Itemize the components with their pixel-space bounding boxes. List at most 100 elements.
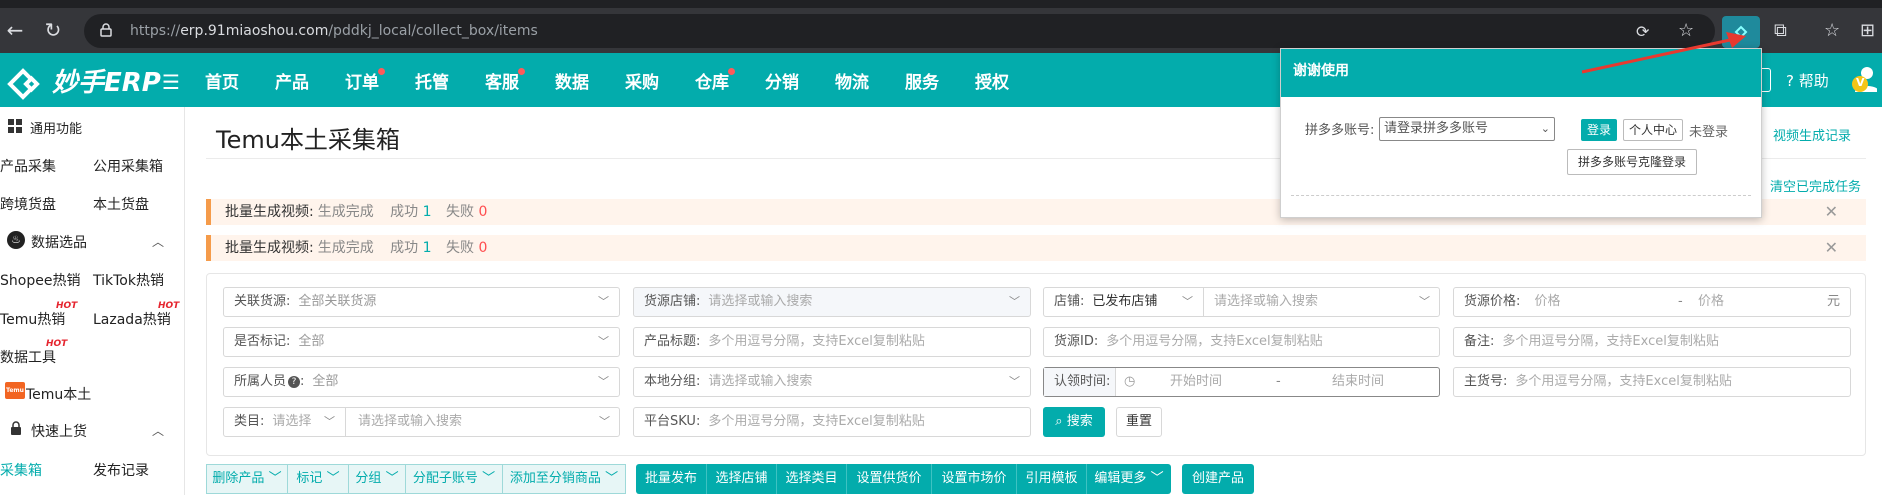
main-sku-input[interactable]: 主货号: 多个用逗号分隔，支持Excel复制粘贴 [1453,367,1851,397]
group-dropdown[interactable]: 分组 ﹀ [349,464,406,494]
nav-services[interactable]: 服务 [905,68,939,93]
favorites-icon[interactable]: ☆ [1824,20,1840,41]
source-shop-select[interactable]: 货源店铺: 请选择或输入搜索 ﹀ [633,287,1031,317]
chevron-down-icon: ﹀ [605,471,619,486]
chevron-up-icon[interactable]: ︿ [152,233,164,250]
nav-distribution[interactable]: 分销 [765,68,799,93]
chevron-down-icon: ﹀ [326,471,340,486]
logo-icon [6,67,48,101]
avatar[interactable]: V [1851,64,1877,94]
marked-select[interactable]: 是否标记: 全部 ﹀ [223,327,620,357]
question-icon[interactable]: ? [288,375,301,388]
nav-authorize[interactable]: 授权 [975,68,1009,93]
hot-badge: HOT [46,339,68,349]
video-records-link[interactable]: 视频生成记录 [1773,125,1851,144]
clone-login-button[interactable]: 拼多多账号克隆登录 [1567,149,1697,175]
price-min-input[interactable]: 价格 [1535,294,1561,309]
login-button[interactable]: 登录 [1581,119,1617,141]
personal-center-button[interactable]: 个人中心 [1623,119,1683,141]
popup-divider [1291,195,1751,196]
collections-icon[interactable]: ⊞ [1860,20,1875,41]
help-link[interactable]: ? 帮助 [1786,70,1829,91]
batch-publish-button[interactable]: 批量发布 [636,464,707,494]
sidebar-section-data-select[interactable]: 数据选品 [31,232,87,252]
product-title-input[interactable]: 产品标题: 多个用逗号分隔，支持Excel复制粘贴 [633,327,1031,357]
sidebar-item-shopee-hot[interactable]: Shopee热销 [0,270,80,290]
category-filter: 类目: 请选择 ﹀ 请选择或输入搜索 ﹀ [223,407,620,437]
related-source-select[interactable]: 关联货源: 全部关联货源 ﹀ [223,287,620,317]
nav-data[interactable]: 数据 [555,68,589,93]
sidebar-item-product-collect[interactable]: 产品采集 [0,156,56,176]
extensions-puzzle-icon[interactable]: ⧉ [1774,20,1787,41]
end-time-input[interactable]: 结束时间 [1332,368,1384,396]
sidebar-item-publish-record[interactable]: 发布记录 [93,460,149,480]
sidebar-item-local[interactable]: 本土货盘 [93,194,149,214]
hot-badge: HOT [158,301,180,311]
chevron-down-icon: ﹀ [598,335,609,348]
account-select[interactable]: 请登录拼多多账号 ⌄ [1379,117,1555,141]
sidebar-item-cross-border[interactable]: 跨境货盘 [0,194,56,214]
sidebar-item-collect-box[interactable]: 采集箱 [0,460,42,480]
claim-time-range[interactable]: 认领时间: ◷ 开始时间 - 结束时间 [1043,367,1440,397]
category-search-select[interactable]: 请选择或输入搜索 ﹀ [346,408,620,436]
sidebar-item-tiktok-hot[interactable]: TikTok热销 [93,270,164,290]
mark-dropdown[interactable]: 标记 ﹀ [288,464,349,494]
nav-service[interactable]: 客服 [485,68,519,93]
reset-button[interactable]: 重置 [1116,407,1162,437]
start-time-input[interactable]: 开始时间 [1170,368,1222,396]
chevron-down-icon: ﹀ [268,471,282,486]
category-select[interactable]: 类目: 请选择 ﹀ [224,408,346,436]
nav-home[interactable]: 首页 [205,68,239,93]
sidebar-section-quick-listing[interactable]: 快速上货 [31,421,87,441]
nav-logistics[interactable]: 物流 [835,68,869,93]
select-shop-button[interactable]: 选择店铺 [707,464,777,494]
remark-input[interactable]: 备注: 多个用逗号分隔，支持Excel复制粘贴 [1453,327,1851,357]
url-text[interactable]: https://erp.91miaoshou.com/pddkj_local/c… [130,23,538,39]
nav-purchase[interactable]: 采购 [625,68,659,93]
local-group-select[interactable]: 本地分组: 请选择或输入搜索 ﹀ [633,367,1031,397]
nav-order-badge [378,68,385,75]
site-info-icon[interactable] [100,23,112,37]
set-supply-price-button[interactable]: 设置供货价 [847,464,932,494]
chevron-down-icon: ﹀ [1009,375,1020,388]
nav-order[interactable]: 订单 [345,68,379,93]
nav-hosting[interactable]: 托管 [415,68,449,93]
create-product-button[interactable]: 创建产品 [1182,464,1254,494]
add-to-distribution-dropdown[interactable]: 添加至分销商品 ﹀ [503,464,626,494]
sidebar-item-temu-hot[interactable]: Temu热销 [0,309,65,329]
shop-search-select[interactable]: 请选择或输入搜索 ﹀ [1204,288,1440,316]
set-market-price-button[interactable]: 设置市场价 [932,464,1017,494]
platform-sku-input[interactable]: 平台SKU: 多个用逗号分隔，支持Excel复制粘贴 [633,407,1031,437]
edit-more-dropdown[interactable]: 编辑更多 ﹀ [1087,464,1171,494]
sidebar-item-temu-local[interactable]: Temu本土 [26,384,91,404]
fire-icon: ♨ [7,231,25,249]
hot-badge: HOT [56,301,78,311]
sidebar-item-data-tools[interactable]: 数据工具 [0,347,56,367]
chevron-down-icon: ﹀ [385,471,399,486]
chevron-down-icon: ﹀ [598,375,609,388]
account-label: 拼多多账号: [1305,123,1375,138]
search-button[interactable]: ⌕ 搜索 [1043,407,1105,437]
clear-completed-link[interactable]: 清空已完成任务 [1770,176,1861,195]
close-icon[interactable]: ✕ [1825,199,1838,225]
sidebar-item-lazada-hot[interactable]: Lazada热销 [93,309,171,329]
shop-type-select[interactable]: 店铺: 已发布店铺 ﹀ [1044,288,1204,316]
source-id-input[interactable]: 货源ID: 多个用逗号分隔，支持Excel复制粘贴 [1043,327,1440,357]
back-icon[interactable]: ← [0,8,30,53]
select-category-button[interactable]: 选择类目 [777,464,847,494]
assign-subaccount-dropdown[interactable]: 分配子账号 ﹀ [406,464,503,494]
delete-product-dropdown[interactable]: 删除产品 ﹀ [206,464,288,494]
chevron-up-icon[interactable]: ︿ [152,422,164,439]
sidebar-section-common[interactable]: 通用功能 [30,118,82,137]
reload-icon[interactable]: ↻ [38,8,68,53]
owner-select[interactable]: 所属人员?: 全部 ﹀ [223,367,620,397]
nav-product[interactable]: 产品 [275,68,309,93]
nav-warehouse[interactable]: 仓库 [695,68,729,93]
app-logo[interactable]: 妙手ERP [6,62,161,101]
close-icon[interactable]: ✕ [1825,235,1838,261]
sidebar-item-public-collect[interactable]: 公用采集箱 [93,156,163,176]
apply-template-button[interactable]: 引用模板 [1017,464,1087,494]
price-max-input[interactable]: 价格 [1698,288,1724,316]
menu-toggle-icon[interactable]: ☰ [162,70,180,94]
chevron-down-icon: ⌄ [1540,122,1550,135]
